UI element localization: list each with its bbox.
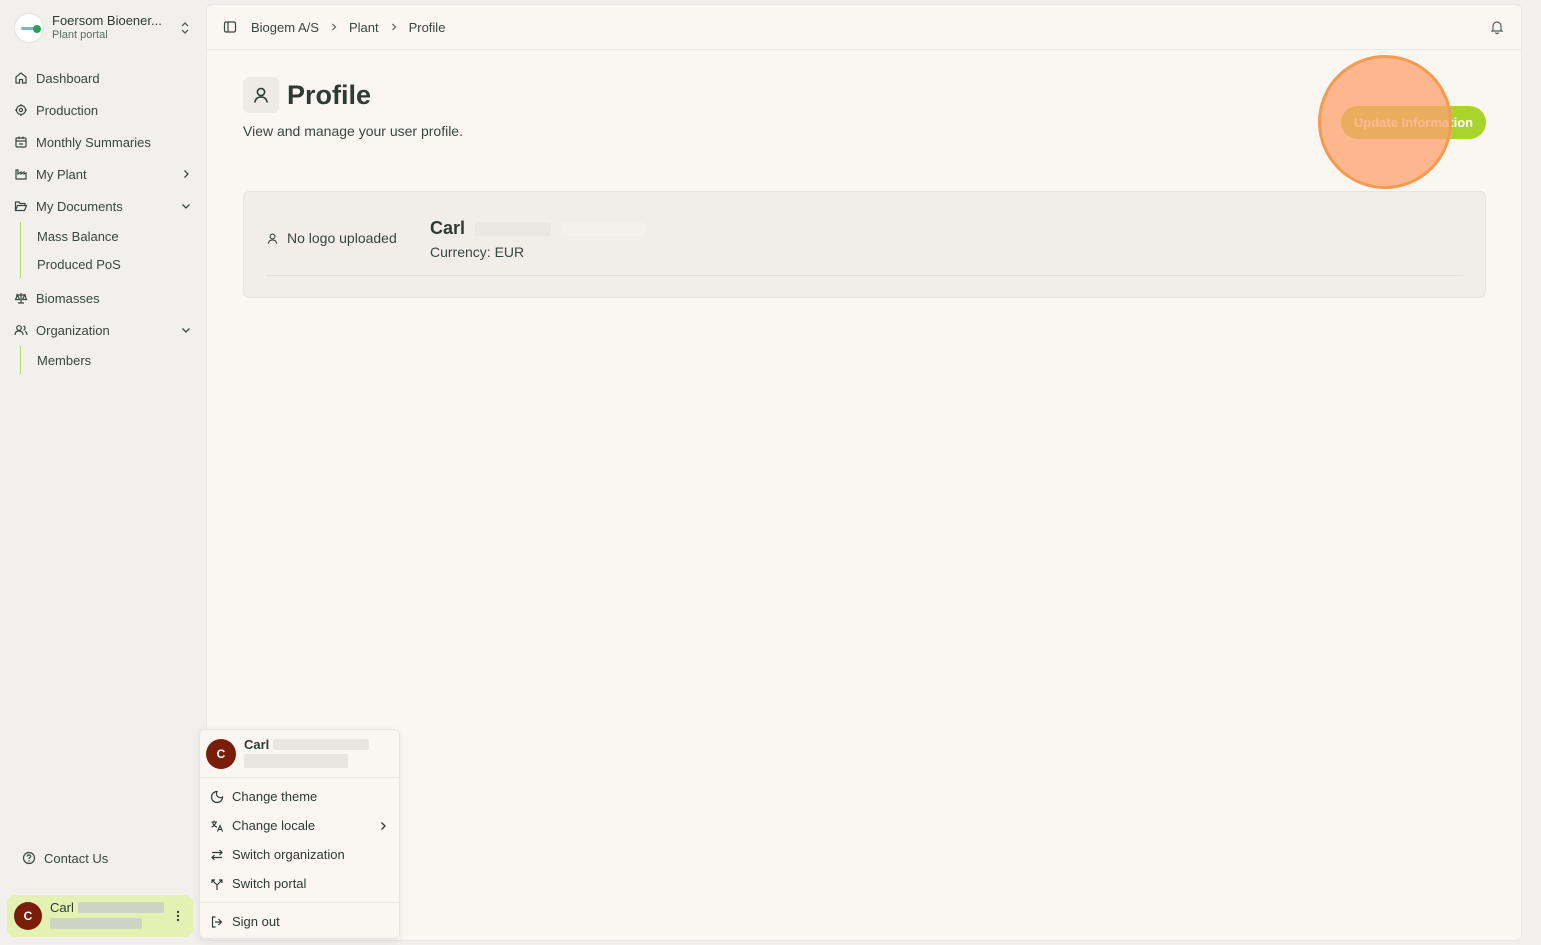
menu-item-switch-portal[interactable]: Switch portal bbox=[200, 869, 399, 898]
sidebar-item-production[interactable]: Production bbox=[8, 94, 198, 126]
sidebar-item-my-plant[interactable]: My Plant bbox=[8, 158, 198, 190]
sidebar-item-produced-pos[interactable]: Produced PoS bbox=[25, 250, 198, 278]
chevrons-up-down-icon bbox=[180, 21, 192, 35]
cog-icon bbox=[14, 103, 28, 117]
redacted-surname bbox=[77, 902, 164, 913]
sidebar-item-mass-balance[interactable]: Mass Balance bbox=[25, 222, 198, 250]
chevron-down-icon bbox=[180, 324, 192, 336]
org-name: Foersom Bioener... bbox=[52, 14, 162, 28]
sidebar: Foersom Bioener... Plant portal Dashboar… bbox=[0, 0, 205, 945]
no-logo-label: No logo uploaded bbox=[287, 230, 397, 246]
chevron-down-icon bbox=[180, 200, 192, 212]
organization-subnav: Members bbox=[20, 346, 198, 374]
menu-item-change-locale[interactable]: Change locale bbox=[200, 811, 399, 840]
user-name: Carl bbox=[50, 899, 74, 915]
split-icon bbox=[210, 877, 224, 891]
update-information-button[interactable]: Update Information bbox=[1341, 106, 1486, 139]
chevron-right-icon bbox=[389, 22, 399, 32]
breadcrumb: Biogem A/S Plant Profile bbox=[251, 20, 445, 35]
profile-card: No logo uploaded Carl Currency: EUR bbox=[243, 191, 1486, 298]
user-icon bbox=[243, 77, 279, 113]
sidebar-item-my-documents[interactable]: My Documents bbox=[8, 190, 198, 222]
more-vertical-icon[interactable] bbox=[176, 909, 186, 923]
redacted-surname bbox=[475, 221, 552, 236]
log-out-icon bbox=[210, 915, 224, 929]
help-circle-icon bbox=[22, 851, 36, 865]
user-menu-name: Carl bbox=[244, 736, 270, 752]
user-menu-header: C Carl bbox=[200, 730, 399, 778]
page-header: Profile View and manage your user profil… bbox=[243, 77, 463, 139]
user-menu: C Carl Change theme Change locale Switch… bbox=[199, 729, 400, 939]
languages-icon bbox=[210, 819, 224, 833]
contact-us-link[interactable]: Contact Us bbox=[16, 846, 114, 870]
sidebar-item-dashboard[interactable]: Dashboard bbox=[8, 62, 198, 94]
contact-us-label: Contact Us bbox=[44, 850, 109, 866]
sidebar-item-organization[interactable]: Organization bbox=[8, 314, 198, 346]
home-icon bbox=[14, 71, 28, 85]
main-panel: Biogem A/S Plant Profile Profile View an… bbox=[206, 4, 1522, 941]
avatar: C bbox=[14, 902, 42, 930]
breadcrumb-item[interactable]: Biogem A/S bbox=[251, 20, 319, 35]
redacted-email bbox=[50, 917, 142, 929]
user-icon bbox=[266, 232, 279, 245]
menu-item-change-theme[interactable]: Change theme bbox=[200, 782, 399, 811]
folder-open-icon bbox=[14, 199, 28, 213]
sidebar-item-biomasses[interactable]: Biomasses bbox=[8, 282, 198, 314]
users-icon bbox=[14, 323, 28, 337]
profile-currency: Currency: EUR bbox=[430, 244, 525, 260]
no-logo-placeholder: No logo uploaded bbox=[266, 230, 397, 246]
menu-item-switch-organization[interactable]: Switch organization bbox=[200, 840, 399, 869]
my-documents-subnav: Mass Balance Produced PoS bbox=[20, 222, 198, 278]
menu-divider bbox=[200, 902, 399, 903]
breadcrumb-item[interactable]: Plant bbox=[349, 20, 379, 35]
chevron-right-icon bbox=[329, 22, 339, 32]
scale-icon bbox=[14, 291, 28, 305]
calendar-icon bbox=[14, 135, 28, 149]
profile-name: Carl bbox=[430, 218, 466, 238]
org-subtitle: Plant portal bbox=[52, 29, 108, 41]
page-subtitle: View and manage your user profile. bbox=[243, 123, 463, 139]
sidebar-toggle-icon[interactable] bbox=[223, 20, 237, 34]
org-switcher[interactable]: Foersom Bioener... Plant portal bbox=[8, 8, 198, 48]
page-title: Profile bbox=[287, 79, 372, 110]
bell-icon[interactable] bbox=[1489, 19, 1505, 35]
sidebar-nav: Dashboard Production Monthly Summaries M… bbox=[8, 62, 198, 374]
breadcrumb-item-current: Profile bbox=[408, 19, 446, 35]
avatar: C bbox=[206, 738, 236, 769]
arrows-left-right-icon bbox=[210, 848, 224, 862]
factory-icon bbox=[14, 167, 28, 181]
redacted-email bbox=[244, 753, 348, 768]
menu-item-sign-out[interactable]: Sign out bbox=[200, 907, 399, 936]
topbar: Biogem A/S Plant Profile bbox=[207, 5, 1521, 50]
moon-icon bbox=[210, 790, 224, 804]
sidebar-item-monthly-summaries[interactable]: Monthly Summaries bbox=[8, 126, 198, 158]
sidebar-user-card[interactable]: C Carl bbox=[7, 895, 193, 937]
redacted-surname bbox=[273, 738, 370, 750]
chevron-right-icon bbox=[180, 168, 192, 180]
sidebar-item-members[interactable]: Members bbox=[25, 346, 198, 374]
chevron-right-icon bbox=[377, 820, 389, 832]
redacted-surname bbox=[561, 221, 646, 236]
org-logo bbox=[14, 13, 44, 43]
